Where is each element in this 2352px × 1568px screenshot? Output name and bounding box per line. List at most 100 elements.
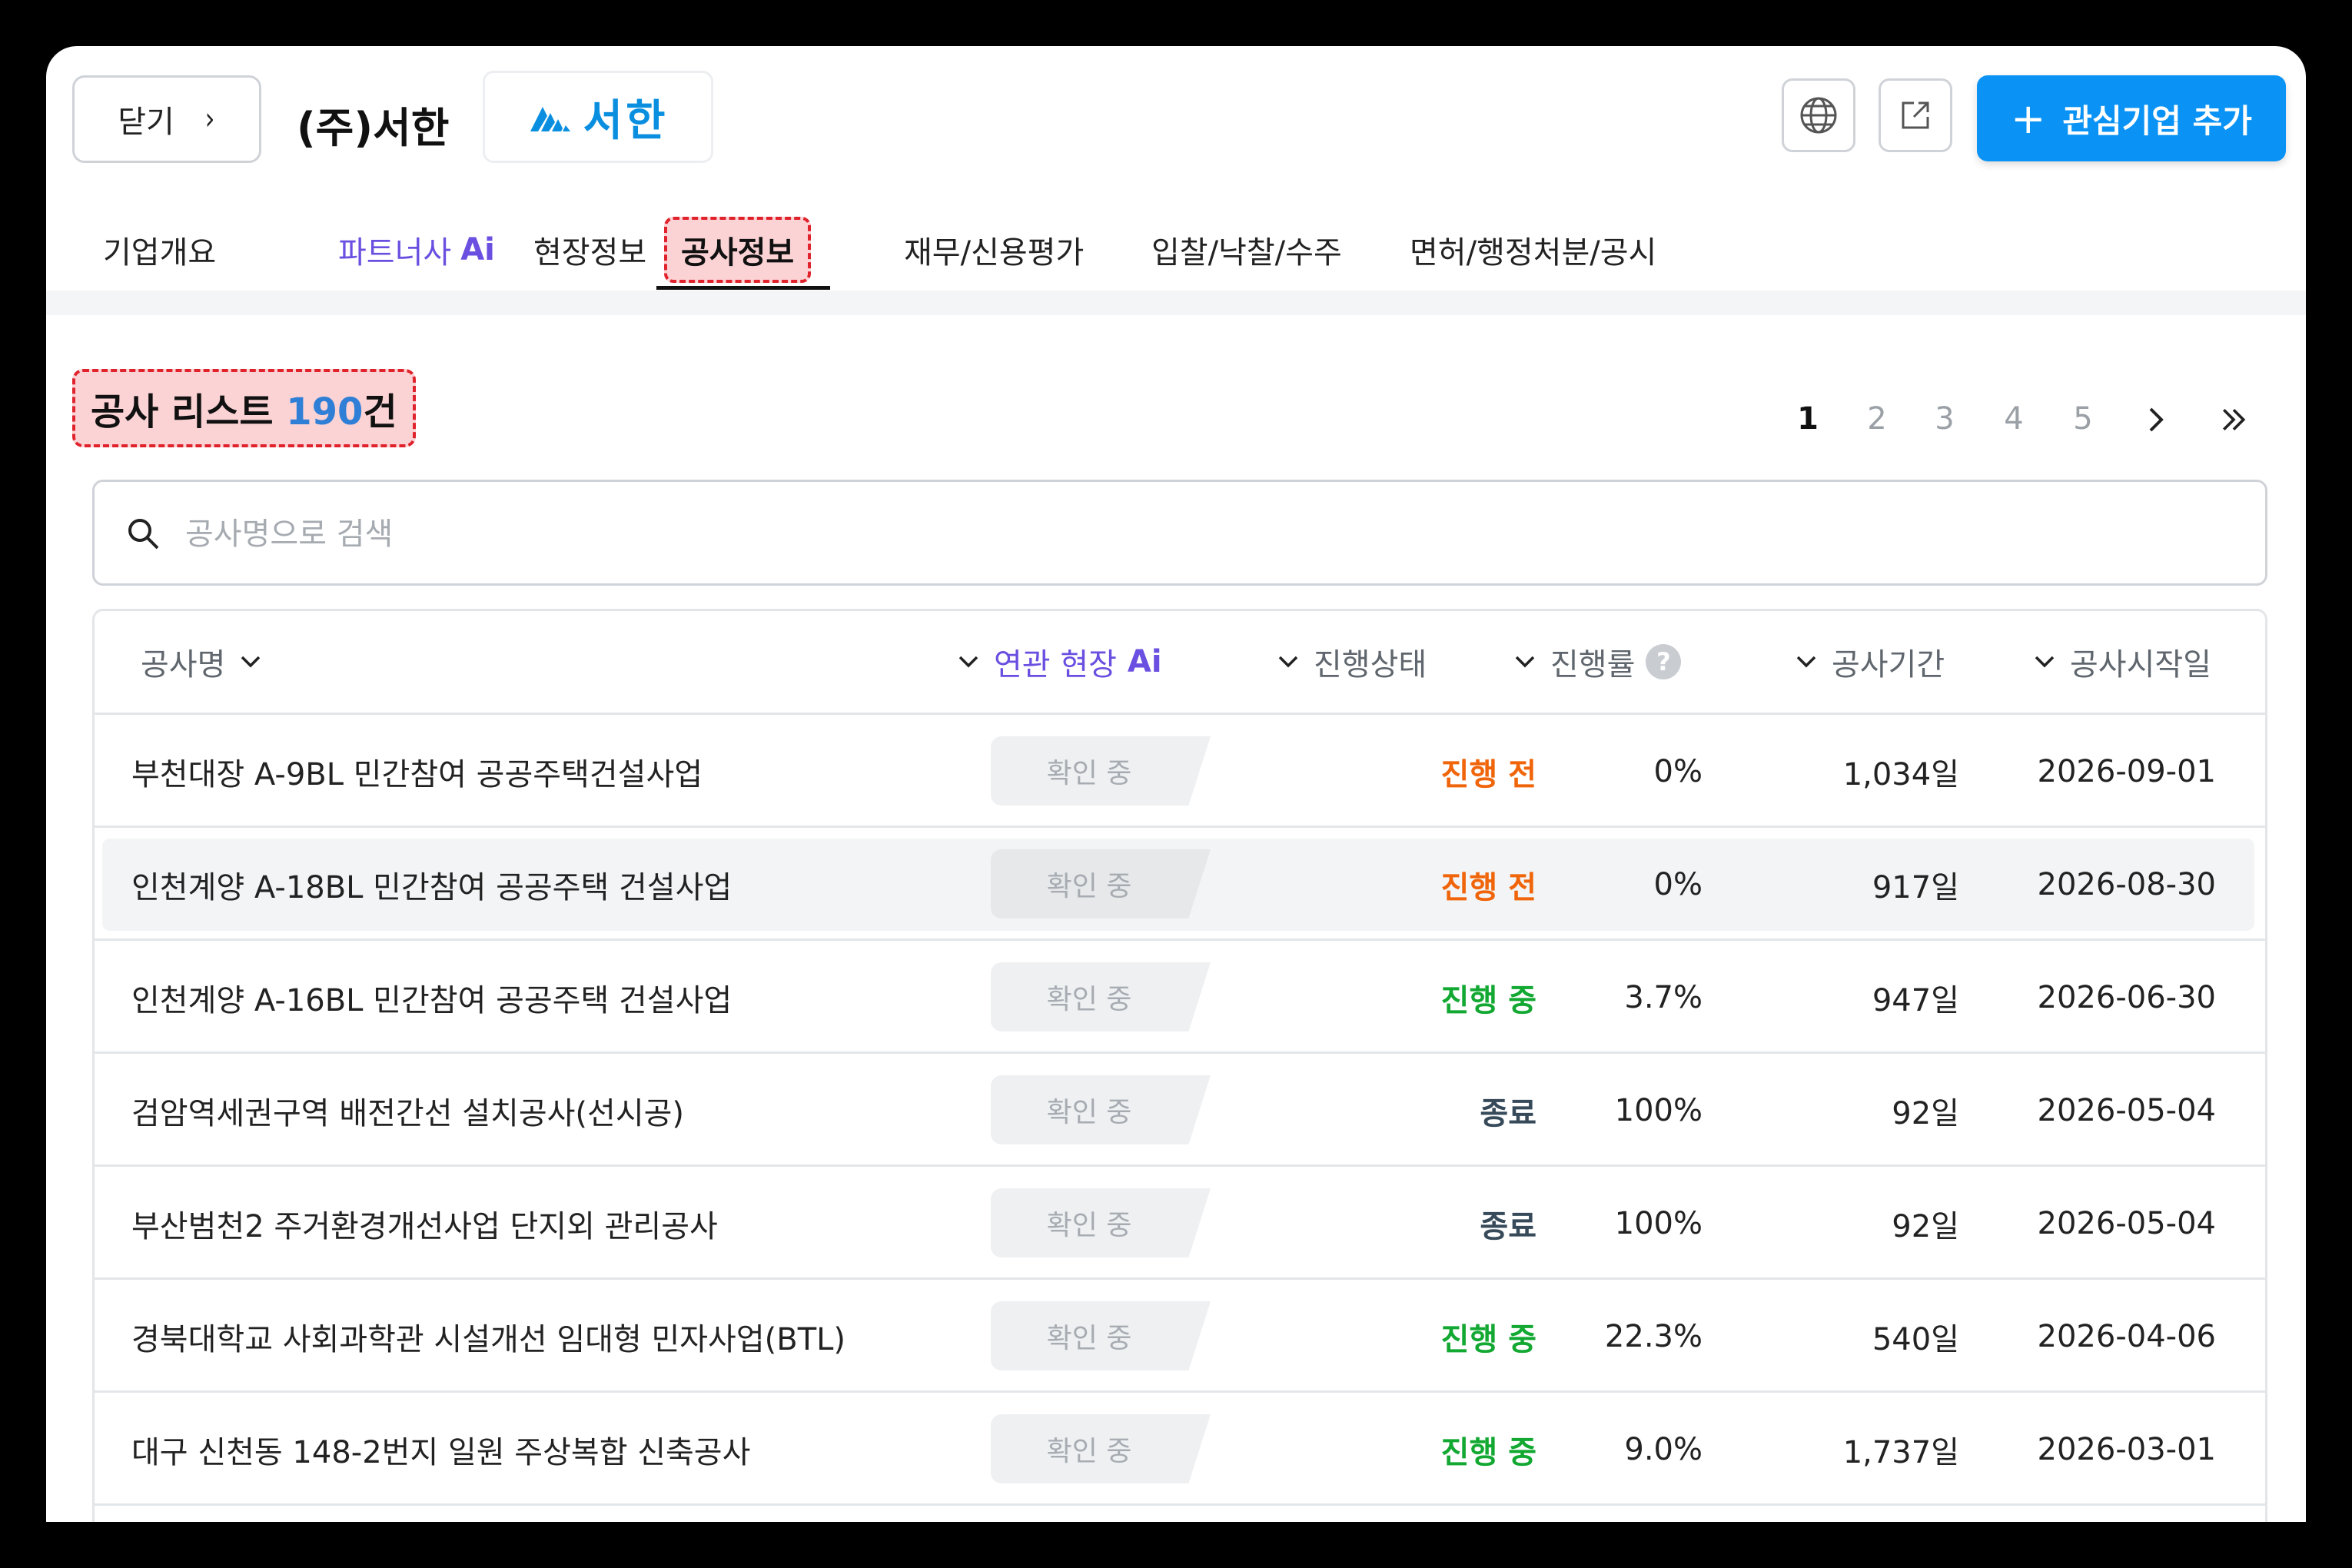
add-interest-company-button[interactable]: + 관심기업 추가 bbox=[1977, 75, 2286, 161]
column-label: 진행상태 bbox=[1314, 647, 1427, 683]
search-icon bbox=[128, 519, 159, 550]
app-screen: 닫기 › (주)서한 서한 + 관심기업 추가 기업개요 파트너사 Ai 현장정… bbox=[46, 46, 2306, 1522]
column-label: 공사명 bbox=[141, 647, 226, 683]
plus-icon: + bbox=[2011, 94, 2046, 143]
table-row[interactable]: 인천계양 A-18BL 민간참여 공공주택 건설사업 확인 중 진행 전 0% … bbox=[95, 828, 2265, 941]
period-value: 92일 bbox=[1892, 1208, 1959, 1244]
close-button[interactable]: 닫기 › bbox=[72, 75, 261, 163]
related-site-tag: 확인 중 bbox=[991, 1301, 1211, 1370]
column-header-name[interactable]: 공사명 bbox=[141, 611, 276, 713]
column-header-status[interactable]: 진행상태 bbox=[1263, 611, 1427, 713]
tab-label: 입찰/낙찰/수주 bbox=[1151, 235, 1342, 271]
period-value: 1,737일 bbox=[1842, 1434, 1959, 1470]
help-icon[interactable]: ? bbox=[1646, 644, 1682, 679]
period-value: 92일 bbox=[1892, 1095, 1959, 1131]
next-page-icon[interactable] bbox=[2140, 403, 2171, 437]
logo-text: 서한 bbox=[583, 95, 669, 146]
progress-value: 22.3% bbox=[1604, 1318, 1703, 1354]
globe-icon bbox=[1800, 97, 1837, 134]
related-site-tag: 확인 중 bbox=[991, 1075, 1211, 1144]
column-label: 진행률 bbox=[1550, 647, 1636, 683]
chevron-down-icon bbox=[958, 656, 978, 668]
website-button[interactable] bbox=[1782, 78, 1855, 152]
construction-name: 부천대장 A-9BL 민간참여 공공주택건설사업 bbox=[131, 756, 703, 792]
construction-table: 공사명 연관 현장 Ai 진행상태 진행률 ? 공사기간 공사시작일 부천대장 bbox=[92, 609, 2267, 1522]
page-2[interactable]: 2 bbox=[1862, 401, 1892, 437]
tab-site-info[interactable]: 현장정보 bbox=[533, 208, 646, 292]
tab-license-admin[interactable]: 면허/행정처분/공시 bbox=[1410, 208, 1656, 292]
status-badge: 진행 중 bbox=[1440, 1321, 1536, 1357]
tab-partners[interactable]: 파트너사 Ai bbox=[338, 208, 495, 292]
open-external-button[interactable] bbox=[1879, 78, 1952, 152]
progress-value: 0% bbox=[1653, 866, 1703, 902]
double-chevron-right-icon[interactable] bbox=[2218, 403, 2249, 437]
start-date-value: 2026-05-04 bbox=[2037, 1092, 2216, 1128]
status-badge: 진행 전 bbox=[1440, 756, 1536, 792]
table-row[interactable]: 검암역세권구역 배전간선 설치공사(선시공) 확인 중 종료 100% 92일 … bbox=[95, 1054, 2265, 1167]
external-link-icon bbox=[1902, 101, 1929, 129]
table-row[interactable]: 부산범천2 주거환경개선사업 단지외 관리공사 확인 중 종료 100% 92일… bbox=[95, 1167, 2265, 1280]
construction-name: 경북대학교 사회과학관 시설개선 임대형 민자사업(BTL) bbox=[131, 1321, 846, 1357]
period-value: 1,034일 bbox=[1842, 756, 1959, 792]
related-site-tag: 확인 중 bbox=[991, 962, 1211, 1031]
column-label: 공사시작일 bbox=[2070, 647, 2211, 683]
related-site-tag: 확인 중 bbox=[991, 736, 1211, 806]
period-value: 917일 bbox=[1872, 869, 1959, 905]
period-value: 540일 bbox=[1872, 1321, 1959, 1357]
tab-finance-credit[interactable]: 재무/신용평가 bbox=[904, 208, 1084, 292]
chevron-right-icon: › bbox=[204, 101, 215, 137]
related-site-tag: 확인 중 bbox=[991, 1188, 1211, 1257]
add-interest-company-label: 관심기업 추가 bbox=[2062, 101, 2252, 140]
tab-label: 현장정보 bbox=[533, 235, 647, 271]
search-input[interactable] bbox=[185, 503, 2184, 565]
table-row[interactable]: 대구 신천동 148-2번지 일원 주상복합 신축공사 확인 중 진행 중 9.… bbox=[95, 1393, 2265, 1506]
table-row[interactable]: 인천계양 A-16BL 민간참여 공공주택 건설사업 확인 중 진행 중 3.7… bbox=[95, 941, 2265, 1054]
list-title: 공사 리스트 190건 bbox=[72, 369, 416, 447]
construction-name: 부산범천2 주거환경개선사업 단지외 관리공사 bbox=[131, 1208, 718, 1244]
table-row[interactable]: 부천대장 A-9BL 민간참여 공공주택건설사업 확인 중 진행 전 0% 1,… bbox=[95, 715, 2265, 828]
tab-label: 파트너사 bbox=[338, 235, 452, 271]
column-header-start-date[interactable]: 공사시작일 bbox=[2019, 611, 2211, 713]
start-date-value: 2026-06-30 bbox=[2037, 979, 2216, 1015]
page-4[interactable]: 4 bbox=[1998, 401, 2029, 437]
chevron-down-icon bbox=[1796, 656, 1816, 668]
device-frame: 닫기 › (주)서한 서한 + 관심기업 추가 기업개요 파트너사 Ai 현장정… bbox=[0, 0, 2352, 1568]
page-1[interactable]: 1 bbox=[1792, 401, 1823, 437]
list-count: 190 bbox=[286, 390, 364, 434]
progress-value: 9.0% bbox=[1624, 1431, 1703, 1467]
column-header-progress[interactable]: 진행률 ? bbox=[1500, 611, 1682, 713]
start-date-value: 2026-09-01 bbox=[2037, 753, 2216, 789]
ai-badge: Ai bbox=[1127, 644, 1162, 679]
chevron-down-icon bbox=[1515, 656, 1535, 668]
related-site-tag: 확인 중 bbox=[991, 849, 1211, 919]
search-bar bbox=[92, 480, 2267, 586]
status-badge: 종료 bbox=[1480, 1095, 1536, 1131]
tab-bids-contracts[interactable]: 입찰/낙찰/수주 bbox=[1151, 208, 1342, 292]
page-3[interactable]: 3 bbox=[1929, 401, 1960, 437]
tab-label: 공사정보 bbox=[664, 217, 812, 283]
tab-company-overview[interactable]: 기업개요 bbox=[103, 208, 216, 292]
company-name: (주)서한 bbox=[297, 104, 450, 152]
progress-value: 0% bbox=[1653, 753, 1703, 789]
related-site-tag: 확인 중 bbox=[991, 1414, 1211, 1483]
period-value: 947일 bbox=[1872, 982, 1959, 1018]
logo-mark-icon bbox=[530, 107, 571, 131]
start-date-value: 2026-03-01 bbox=[2037, 1431, 2216, 1467]
progress-value: 100% bbox=[1614, 1205, 1703, 1241]
table-row[interactable]: 경북대학교 사회과학관 시설개선 임대형 민자사업(BTL) 확인 중 진행 중… bbox=[95, 1280, 2265, 1393]
construction-name: 대구 신천동 148-2번지 일원 주상복합 신축공사 bbox=[131, 1434, 751, 1470]
page-5[interactable]: 5 bbox=[2068, 401, 2098, 437]
tab-construction-info[interactable]: 공사정보 bbox=[664, 208, 812, 292]
column-header-related-site[interactable]: 연관 현장 Ai bbox=[943, 611, 1162, 713]
chevron-down-icon bbox=[2035, 656, 2055, 668]
list-count-unit: 건 bbox=[363, 390, 397, 434]
list-title-text: 공사 리스트 bbox=[91, 390, 274, 434]
close-label: 닫기 bbox=[118, 105, 174, 140]
start-date-value: 2026-04-06 bbox=[2037, 1318, 2216, 1354]
section-divider bbox=[46, 291, 2306, 315]
status-badge: 진행 전 bbox=[1440, 869, 1536, 905]
construction-name: 검암역세권구역 배전간선 설치공사(선시공) bbox=[131, 1095, 685, 1131]
ai-badge: Ai bbox=[460, 232, 495, 267]
column-header-period[interactable]: 공사기간 bbox=[1781, 611, 1945, 713]
active-tab-indicator bbox=[656, 286, 830, 290]
